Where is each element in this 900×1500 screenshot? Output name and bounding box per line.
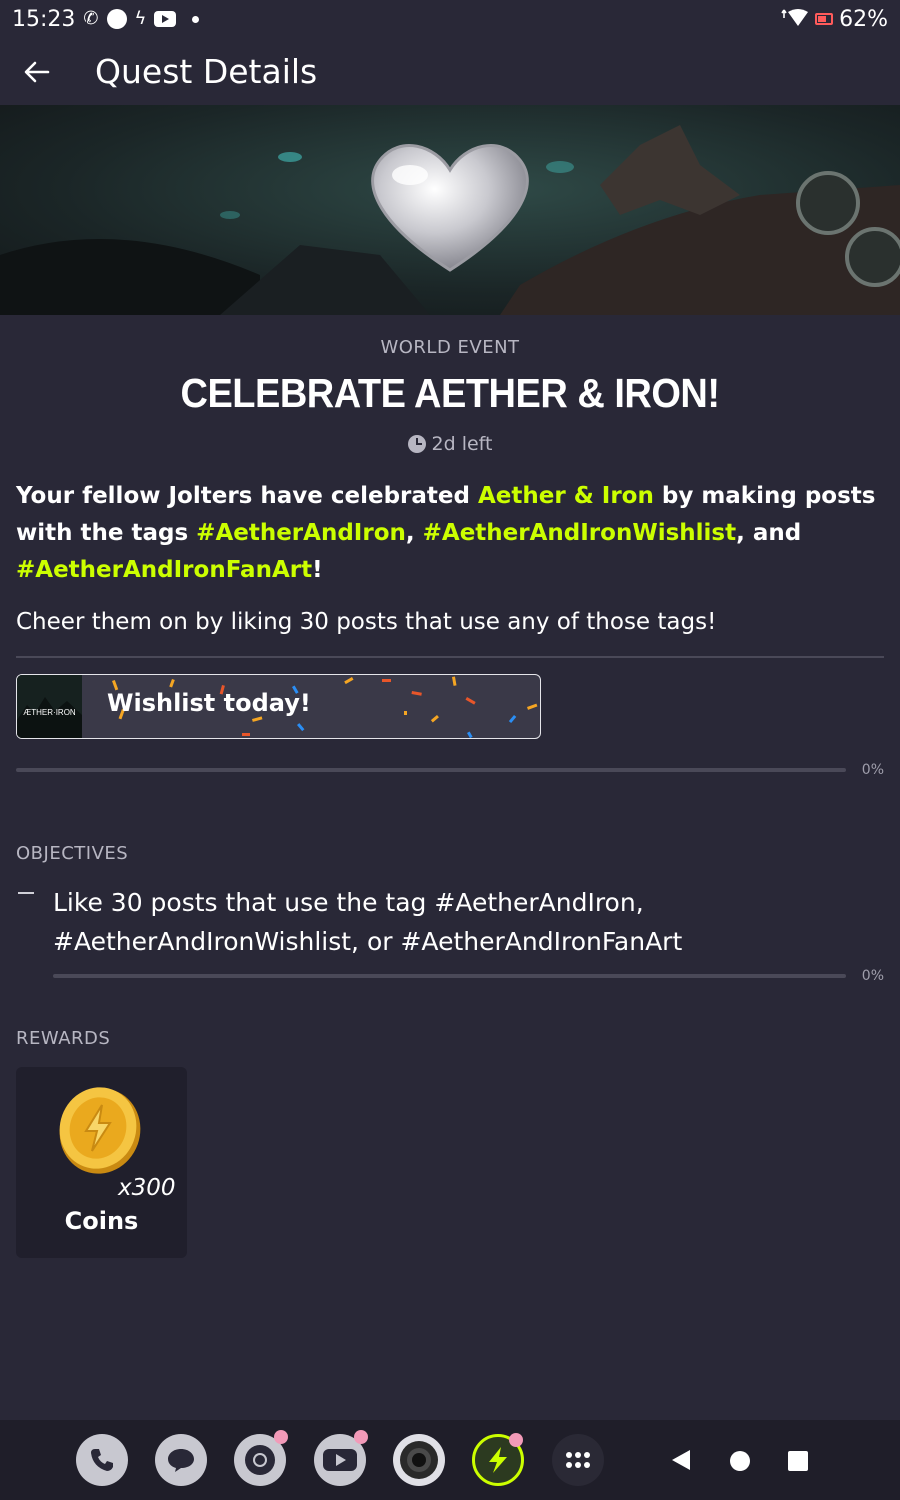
phone-icon	[91, 1449, 113, 1471]
status-time: 15:23	[12, 6, 76, 32]
objective-progress-track	[53, 974, 846, 978]
quest-progress: 0%	[16, 760, 884, 780]
phone-app-button[interactable]	[76, 1434, 128, 1486]
rewards-heading: REWARDS	[16, 1028, 111, 1049]
navigation-bar	[0, 1420, 900, 1500]
quest-title: CELEBRATE AETHER & IRON!	[180, 371, 721, 417]
page-title: Quest Details	[95, 52, 318, 91]
time-left-label: 2d left	[431, 433, 493, 455]
whatsapp-icon: ✆	[83, 8, 99, 29]
quest-progress-label: 0%	[861, 762, 884, 778]
chrome-app-button[interactable]	[234, 1430, 288, 1486]
home-icon	[730, 1451, 750, 1471]
messages-icon	[168, 1449, 194, 1472]
game-link[interactable]: Aether & Iron	[478, 483, 654, 509]
reward-card[interactable]: x300 Coins	[16, 1067, 187, 1258]
system-back-button[interactable]	[670, 1448, 692, 1476]
youtube-app-button[interactable]	[314, 1430, 368, 1486]
arrow-left-icon	[24, 61, 50, 82]
system-home-button[interactable]	[729, 1450, 751, 1476]
reward-multiplier: x300	[118, 1175, 176, 1201]
notification-badge	[354, 1430, 368, 1444]
coin-icon	[59, 1087, 141, 1174]
quest-type-label: WORLD EVENT	[380, 337, 520, 358]
more-notifications-icon	[192, 15, 200, 23]
youtube-icon	[323, 1449, 357, 1471]
notification-badge	[509, 1433, 523, 1447]
description-text: Your fellow Jolters have celebrated	[16, 483, 478, 509]
game-logo-text: ÆTHER·IRON	[23, 708, 76, 717]
quest-banner	[0, 105, 900, 315]
objectives-heading: OBJECTIVES	[16, 843, 129, 864]
back-button[interactable]	[12, 47, 62, 97]
camera-icon	[400, 1441, 438, 1479]
wifi-icon	[781, 9, 809, 26]
battery-icon	[815, 13, 834, 25]
tag-link-wishlist[interactable]: #AetherAndIronWishlist	[423, 520, 736, 546]
quest-description: Your fellow Jolters have celebrated Aeth…	[16, 478, 886, 589]
youtube-status-icon	[154, 11, 177, 27]
clock-icon	[407, 435, 426, 453]
battery-level: 62%	[839, 6, 888, 32]
objective-text: Like 30 posts that use the tag #AetherAn…	[53, 888, 683, 956]
divider	[16, 656, 884, 658]
game-thumbnail: ÆTHER·IRON	[17, 675, 82, 738]
time-left: 2d left	[0, 433, 900, 455]
quest-instruction: Cheer them on by liking 30 posts that us…	[16, 609, 717, 635]
status-bar: 15:23 ✆ ϟ 62%	[0, 0, 900, 38]
objective-status-icon	[18, 892, 34, 894]
game-logo-image: ÆTHER·IRON	[17, 675, 82, 738]
description-text: , and	[736, 520, 802, 546]
messages-app-button[interactable]	[155, 1434, 207, 1486]
game-jolt-app-button[interactable]	[472, 1433, 524, 1486]
recents-icon	[788, 1451, 808, 1471]
description-text: ,	[405, 520, 423, 546]
app-bar: Quest Details	[0, 38, 900, 105]
wishlist-label: Wishlist today!	[107, 689, 311, 717]
description-text: !	[312, 557, 323, 583]
notification-dot-icon	[106, 9, 127, 29]
notification-badge	[274, 1430, 288, 1444]
quest-progress-track	[16, 768, 846, 772]
tag-link-aether-and-iron[interactable]: #AetherAndIron	[196, 520, 406, 546]
back-icon	[672, 1450, 690, 1470]
objective-progress: 0%	[53, 966, 884, 986]
game-jolt-icon	[489, 1447, 507, 1473]
chrome-icon	[245, 1445, 275, 1475]
tag-link-fanart[interactable]: #AetherAndIronFanArt	[16, 557, 312, 583]
app-drawer-button[interactable]	[552, 1434, 604, 1486]
quest-banner-art	[0, 105, 900, 315]
camera-app-button[interactable]	[393, 1434, 445, 1486]
app-drawer-icon	[566, 1452, 590, 1468]
lightning-icon: ϟ	[134, 8, 147, 29]
system-recents-button[interactable]	[787, 1450, 809, 1476]
objective-progress-label: 0%	[861, 968, 884, 984]
wishlist-promo-button[interactable]: ÆTHER·IRON Wishlist today!	[16, 674, 541, 739]
reward-name: Coins	[64, 1207, 139, 1235]
